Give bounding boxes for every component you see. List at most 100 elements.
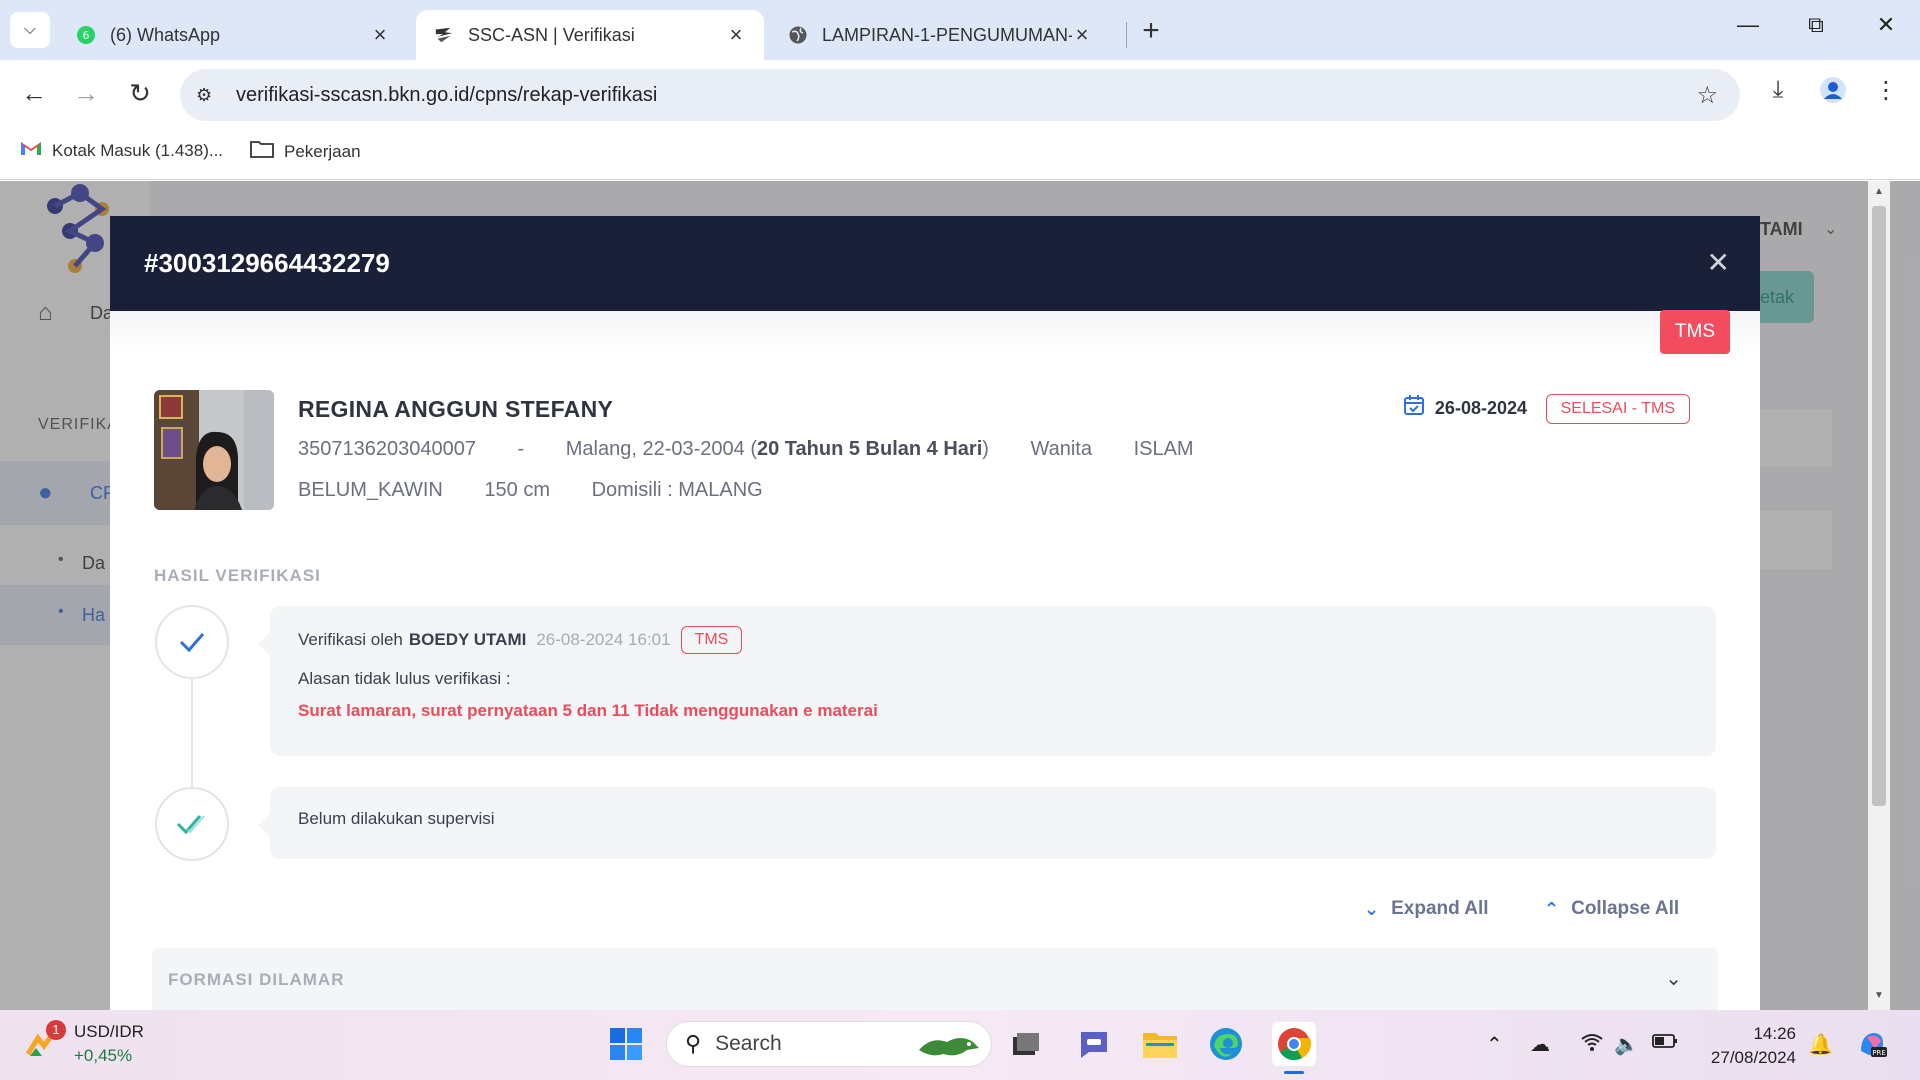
applicant-age: 20 Tahun 5 Bulan 4 Hari xyxy=(757,438,983,460)
scroll-up-icon[interactable]: ▲ xyxy=(1868,186,1890,197)
applicant-details-line2: BELUM_KAWIN 150 cm Domisili : MALANG xyxy=(298,479,799,502)
whatsapp-icon: 6 xyxy=(76,25,96,45)
tab-separator xyxy=(1126,22,1127,48)
address-bar[interactable]: ⚙ verifikasi-sscasn.bkn.go.id/cpns/rekap… xyxy=(180,69,1740,121)
new-tab-icon[interactable]: + xyxy=(1136,14,1166,48)
battery-icon[interactable] xyxy=(1652,1032,1678,1055)
tab-search-button[interactable]: ⌵ xyxy=(10,12,50,48)
verifier-name: BOEDY UTAMI xyxy=(408,630,527,649)
reload-icon[interactable]: ↻ xyxy=(122,78,158,109)
applicant-gender: Wanita xyxy=(1030,438,1092,460)
svg-text:PRE: PRE xyxy=(1872,1049,1886,1057)
modal-subheader: TMS xyxy=(110,310,1760,354)
verifier-line: Verifikasi oleh BOEDY UTAMI 26-08-2024 1… xyxy=(298,626,743,654)
window-close-icon[interactable]: ✕ xyxy=(1866,12,1906,38)
globe-icon xyxy=(788,25,808,45)
scroll-down-icon[interactable]: ▼ xyxy=(1868,990,1890,1001)
status-badge: SELESAI - TMS xyxy=(1545,394,1690,424)
close-icon[interactable]: ✕ xyxy=(1707,249,1730,277)
bookmark-gmail[interactable]: Kotak Masuk (1.438)... xyxy=(20,140,223,161)
file-explorer-icon[interactable] xyxy=(1138,1022,1182,1066)
scrollbar-thumb[interactable] xyxy=(1872,206,1886,806)
applicant-photo xyxy=(154,390,274,510)
supervision-text: Belum dilakukan supervisi xyxy=(298,809,495,828)
applicant-domicile: Domisili : MALANG xyxy=(591,479,763,501)
verification-timestamp: 26-08-2024 16:01 xyxy=(536,630,671,649)
restore-icon[interactable]: ⧉ xyxy=(1796,12,1836,38)
search-highlight-icon xyxy=(917,1028,981,1067)
reason-label: Alasan tidak lulus verifikasi : xyxy=(298,669,511,688)
browser-tab-bar: ⌵ 6 (6) WhatsApp × SSC-ASN | Verifikasi … xyxy=(0,0,1920,60)
notification-count-badge: 1 xyxy=(46,1020,66,1040)
status-badge: TMS xyxy=(1659,310,1730,354)
chevron-down-icon: ⌄ xyxy=(1364,898,1380,919)
search-icon: ⚲ xyxy=(685,1031,702,1056)
copilot-icon[interactable]: PRE xyxy=(1850,1022,1894,1066)
result-badge: TMS xyxy=(680,626,743,654)
reason-text: Surat lamaran, surat pernyataan 5 dan 11… xyxy=(298,701,878,720)
separator: - xyxy=(517,438,525,460)
expand-all-label: Expand All xyxy=(1391,898,1489,919)
check-icon xyxy=(155,605,229,679)
start-icon[interactable] xyxy=(604,1022,648,1066)
modal-title: #3003129664432279 xyxy=(144,248,390,278)
verifier-prefix: Verifikasi oleh xyxy=(298,630,403,649)
bookmark-star-icon[interactable]: ☆ xyxy=(1696,81,1718,110)
expand-all-button[interactable]: ⌄ Expand All xyxy=(1364,898,1489,920)
volume-icon[interactable]: 🔈 xyxy=(1614,1032,1639,1057)
tab-lampiran[interactable]: LAMPIRAN-1-PENGUMUMAN-C × xyxy=(770,10,1110,60)
chrome-browser-icon[interactable] xyxy=(1272,1022,1316,1074)
site-info-icon[interactable]: ⚙ xyxy=(196,85,226,106)
verification-card: Verifikasi oleh BOEDY UTAMI 26-08-2024 1… xyxy=(258,606,1716,756)
bookmark-label: Pekerjaan xyxy=(284,141,361,161)
wifi-icon[interactable] xyxy=(1580,1032,1604,1058)
close-icon[interactable]: × xyxy=(726,22,746,48)
applicant-details-line1: 3507136203040007 - Malang, 22-03-2004 (2… xyxy=(298,438,1230,461)
onedrive-icon[interactable]: ☁ xyxy=(1530,1032,1550,1057)
chevron-down-icon: ⌵ xyxy=(23,21,37,38)
applicant-nik: 3507136203040007 xyxy=(298,438,476,460)
taskbar-search[interactable]: ⚲ Search xyxy=(666,1021,992,1067)
collapse-all-button[interactable]: ⌃ Collapse All xyxy=(1544,898,1679,920)
bookmark-label: Kotak Masuk (1.438)... xyxy=(52,140,224,160)
os-taskbar: 1 USD/IDR +0,45% ⚲ Search ⌃ ☁ 🔈 14:26 27… xyxy=(0,1010,1920,1080)
forward-icon[interactable]: → xyxy=(68,78,104,109)
calendar-check-icon xyxy=(1403,394,1425,422)
edge-browser-icon[interactable] xyxy=(1204,1022,1248,1066)
clock-date: 27/08/2024 xyxy=(1710,1048,1796,1067)
section-title-hasil-verifikasi: HASIL VERIFIKASI xyxy=(154,566,321,585)
chevron-down-icon[interactable]: ⌄ xyxy=(1665,966,1682,991)
bookmark-pekerjaan[interactable]: Pekerjaan xyxy=(250,140,361,163)
search-placeholder: Search xyxy=(715,1032,782,1055)
ticker-symbol: USD/IDR xyxy=(74,1022,144,1041)
task-view-icon[interactable] xyxy=(1004,1022,1048,1066)
tab-ssc-asn[interactable]: SSC-ASN | Verifikasi × xyxy=(416,10,764,60)
close-icon[interactable]: × xyxy=(1072,22,1092,48)
gmail-icon xyxy=(20,140,42,161)
url-text[interactable]: verifikasi-sscasn.bkn.go.id/cpns/rekap-v… xyxy=(236,84,657,107)
chevron-up-icon: ⌃ xyxy=(1544,898,1560,919)
tab-title: SSC-ASN | Verifikasi xyxy=(468,24,635,45)
applicant-height: 150 cm xyxy=(484,479,550,501)
tab-whatsapp[interactable]: 6 (6) WhatsApp × xyxy=(58,10,408,60)
address-toolbar: ← → ↻ ⚙ verifikasi-sscasn.bkn.go.id/cpns… xyxy=(0,60,1920,130)
teams-chat-icon[interactable] xyxy=(1072,1022,1116,1066)
applicant-marital-status: BELUM_KAWIN xyxy=(298,479,443,501)
double-check-icon xyxy=(155,787,229,861)
folder-icon xyxy=(250,140,274,163)
formasi-accordion[interactable]: FORMASI DILAMAR ⌄ xyxy=(152,948,1718,1010)
back-icon[interactable]: ← xyxy=(16,78,52,109)
browser-menu-icon[interactable]: ⋮ xyxy=(1868,76,1904,105)
ssc-asn-icon xyxy=(434,25,454,45)
stock-ticker[interactable]: USD/IDR +0,45% xyxy=(74,1020,144,1068)
modal-header: #3003129664432279 ✕ xyxy=(110,216,1760,311)
svg-text:6: 6 xyxy=(83,29,90,42)
system-clock[interactable]: 14:26 27/08/2024 xyxy=(1700,1022,1796,1070)
close-icon[interactable]: × xyxy=(370,22,390,48)
profile-avatar-icon[interactable] xyxy=(1815,76,1851,111)
chevron-up-icon[interactable]: ⌃ xyxy=(1486,1032,1503,1057)
tab-title: (6) WhatsApp xyxy=(110,24,221,45)
download-icon[interactable]: ⤓ xyxy=(1760,76,1796,104)
minimize-icon[interactable]: — xyxy=(1728,12,1768,38)
notification-bell-icon[interactable]: 🔔 xyxy=(1808,1032,1833,1057)
